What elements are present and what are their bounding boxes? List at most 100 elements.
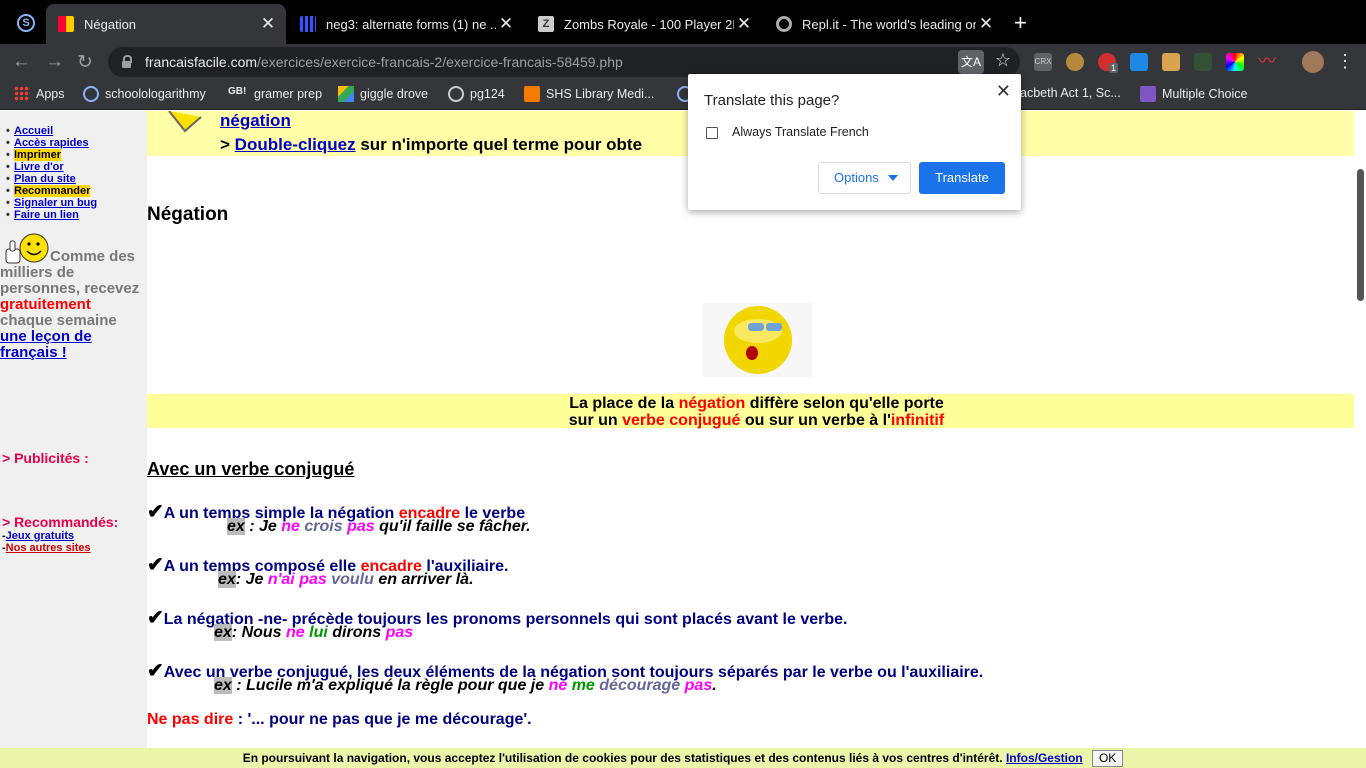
url-domain: francaisfacile.com (145, 54, 258, 70)
example-ne: ne (286, 624, 305, 641)
promo-link[interactable]: une leçon de français ! (0, 328, 92, 361)
scrollbar-thumb[interactable] (1357, 169, 1364, 301)
sidebar-link[interactable]: Faire un lien (14, 209, 79, 221)
translate-button[interactable]: Translate (919, 162, 1005, 194)
cookie-info-link[interactable]: Infos/Gestion (1006, 751, 1083, 765)
options-button[interactable]: Options (818, 162, 911, 194)
example-verb: crois (304, 518, 343, 535)
sidebar-menu: Accueil Accès rapides Imprimer Livre d'o… (6, 125, 97, 221)
forward-icon[interactable]: → (45, 51, 64, 73)
sidebar-link[interactable]: Imprimer (14, 149, 62, 161)
intro-text: La place de la (569, 395, 675, 412)
bookmark-label: gramer prep (254, 87, 323, 101)
tab-title: Repl.it - The world's leading on (802, 16, 976, 32)
example-verb: voulu (331, 571, 374, 588)
example-1: ex : Je ne crois pas qu'il faille se fâc… (227, 518, 531, 536)
caret-down-icon (888, 175, 898, 181)
sidebar-item-acces-rapides[interactable]: Accès rapides (6, 137, 97, 149)
leaf-extension-icon[interactable] (1194, 53, 1212, 71)
chrome-profile-icon[interactable]: S (17, 14, 35, 32)
avatar[interactable] (1302, 51, 1324, 73)
bookmark-schoology[interactable]: schoolologarithmy (83, 86, 206, 102)
ads-heading: > Publicités : (2, 450, 89, 466)
bookmark-gramer[interactable]: GB! gramer prep (228, 86, 322, 102)
url-text[interactable]: francaisfacile.com/exercices/exercice-fr… (145, 54, 623, 70)
banner-instruction: > Double-cliquez sur n'importe quel term… (220, 135, 642, 155)
bookmark-label: schoolologarithmy (105, 87, 206, 101)
sidebar-item-plan-du-site[interactable]: Plan du site (6, 173, 97, 185)
new-tab-button[interactable]: + (1014, 10, 1027, 36)
scrollbar[interactable] (1354, 111, 1366, 748)
tab-neg3[interactable]: neg3: alternate forms (1) ne ... ✕ (288, 4, 524, 44)
negation-link[interactable]: négation (220, 111, 291, 131)
cookie-ok-button[interactable]: OK (1091, 750, 1124, 767)
link-jeux-gratuits[interactable]: -Jeux gratuits (2, 530, 74, 542)
close-icon[interactable]: ✕ (976, 14, 996, 34)
tab-zombs[interactable]: Z Zombs Royale - 100 Player 2D ✕ (526, 4, 762, 44)
checkbox-label[interactable]: Always Translate French (732, 125, 869, 139)
close-icon[interactable]: ✕ (734, 14, 754, 34)
close-icon[interactable]: ✕ (258, 14, 278, 34)
box-extension-icon[interactable] (1162, 53, 1180, 71)
bookmark-giggle[interactable]: giggle drove (338, 86, 428, 102)
check-extension-icon[interactable] (1130, 53, 1148, 71)
example-3: ex: Nous ne lui dirons pas (214, 624, 413, 642)
owl-extension-icon[interactable] (1066, 53, 1084, 71)
address-bar[interactable]: francaisfacile.com/exercices/exercice-fr… (108, 47, 1020, 77)
sidebar-item-accueil[interactable]: Accueil (6, 125, 97, 137)
example-pas: pas (299, 571, 327, 588)
sidebar-link[interactable]: Signaler un bug (14, 197, 97, 209)
bookmark-pg124[interactable]: pg124 (448, 86, 505, 102)
sidebar-link[interactable]: Accueil (14, 125, 53, 137)
example-ne: ne (548, 677, 568, 694)
sidebar-item-imprimer[interactable]: Imprimer (6, 149, 97, 161)
translate-icon[interactable]: 文A (958, 50, 984, 74)
star-icon[interactable]: ☆ (995, 50, 1011, 71)
example-text: en arriver là. (373, 571, 474, 588)
crx-extension-icon[interactable]: CRX (1034, 53, 1052, 71)
example-2: ex: Je n'ai pas voulu en arriver là. (218, 571, 474, 589)
rec-link[interactable]: Jeux gratuits (6, 530, 74, 542)
bookmark-shs-library[interactable]: SHS Library Medi... (524, 86, 654, 102)
close-icon[interactable]: ✕ (496, 14, 516, 34)
rec-link[interactable]: Nos autres sites (6, 542, 91, 554)
example-pronoun: me (571, 677, 595, 694)
sidebar-link[interactable]: Livre d'or (14, 161, 64, 173)
reload-icon[interactable]: ↻ (77, 51, 93, 74)
checkmark-icon: ✔ (147, 607, 164, 629)
toolbar: ← → ↻ francaisfacile.com/exercices/exerc… (0, 44, 1366, 80)
sidebar-item-recommander[interactable]: Recommander (6, 185, 97, 197)
sidebar-link[interactable]: Plan du site (14, 173, 76, 185)
sidebar: Accueil Accès rapides Imprimer Livre d'o… (0, 111, 147, 768)
colorful-squares-icon (58, 16, 74, 32)
double-click-link[interactable]: Double-cliquez (235, 135, 356, 154)
web-page: Accueil Accès rapides Imprimer Livre d'o… (0, 111, 1366, 768)
options-label: Options (834, 170, 879, 185)
always-translate-checkbox[interactable] (706, 127, 718, 139)
bookmark-label: SHS Library Medi... (546, 87, 655, 101)
drive-icon (338, 86, 354, 102)
menu-icon[interactable]: ⋮ (1336, 51, 1354, 72)
sidebar-link[interactable]: Recommander (14, 185, 91, 197)
sidebar-link[interactable]: Accès rapides (14, 137, 89, 149)
color-extension-icon[interactable] (1226, 53, 1244, 71)
sidebar-item-faire-un-lien[interactable]: Faire un lien (6, 209, 97, 221)
promo-free: gratuitement (0, 296, 91, 313)
tab-negation[interactable]: Négation ✕ (46, 4, 286, 44)
translate-popup: Translate this page? ✕ Always Translate … (688, 74, 1021, 210)
bookmark-multiple-choice[interactable]: Multiple Choice (1140, 86, 1247, 102)
bookmark-label: Multiple Choice (1162, 87, 1248, 101)
swirl-extension-icon[interactable]: 〰 (1258, 52, 1276, 71)
bookmark-apps[interactable]: Apps (14, 86, 65, 102)
banner-prefix: > (220, 135, 230, 154)
bookmark-macbeth[interactable]: acbeth Act 1, Sc... (1020, 86, 1121, 100)
example-pas: pas (385, 624, 414, 641)
newsletter-promo: Comme des milliers de personnes, recevez… (0, 233, 140, 361)
tab-replit[interactable]: Repl.it - The world's leading on ✕ (764, 4, 1004, 44)
back-icon[interactable]: ← (12, 51, 31, 73)
sidebar-item-signaler-bug[interactable]: Signaler un bug (6, 197, 97, 209)
close-icon[interactable]: ✕ (996, 81, 1011, 102)
link-nos-autres-sites[interactable]: -Nos autres sites (2, 542, 91, 554)
dots-icon (300, 16, 316, 32)
sidebar-item-livre-dor[interactable]: Livre d'or (6, 161, 97, 173)
